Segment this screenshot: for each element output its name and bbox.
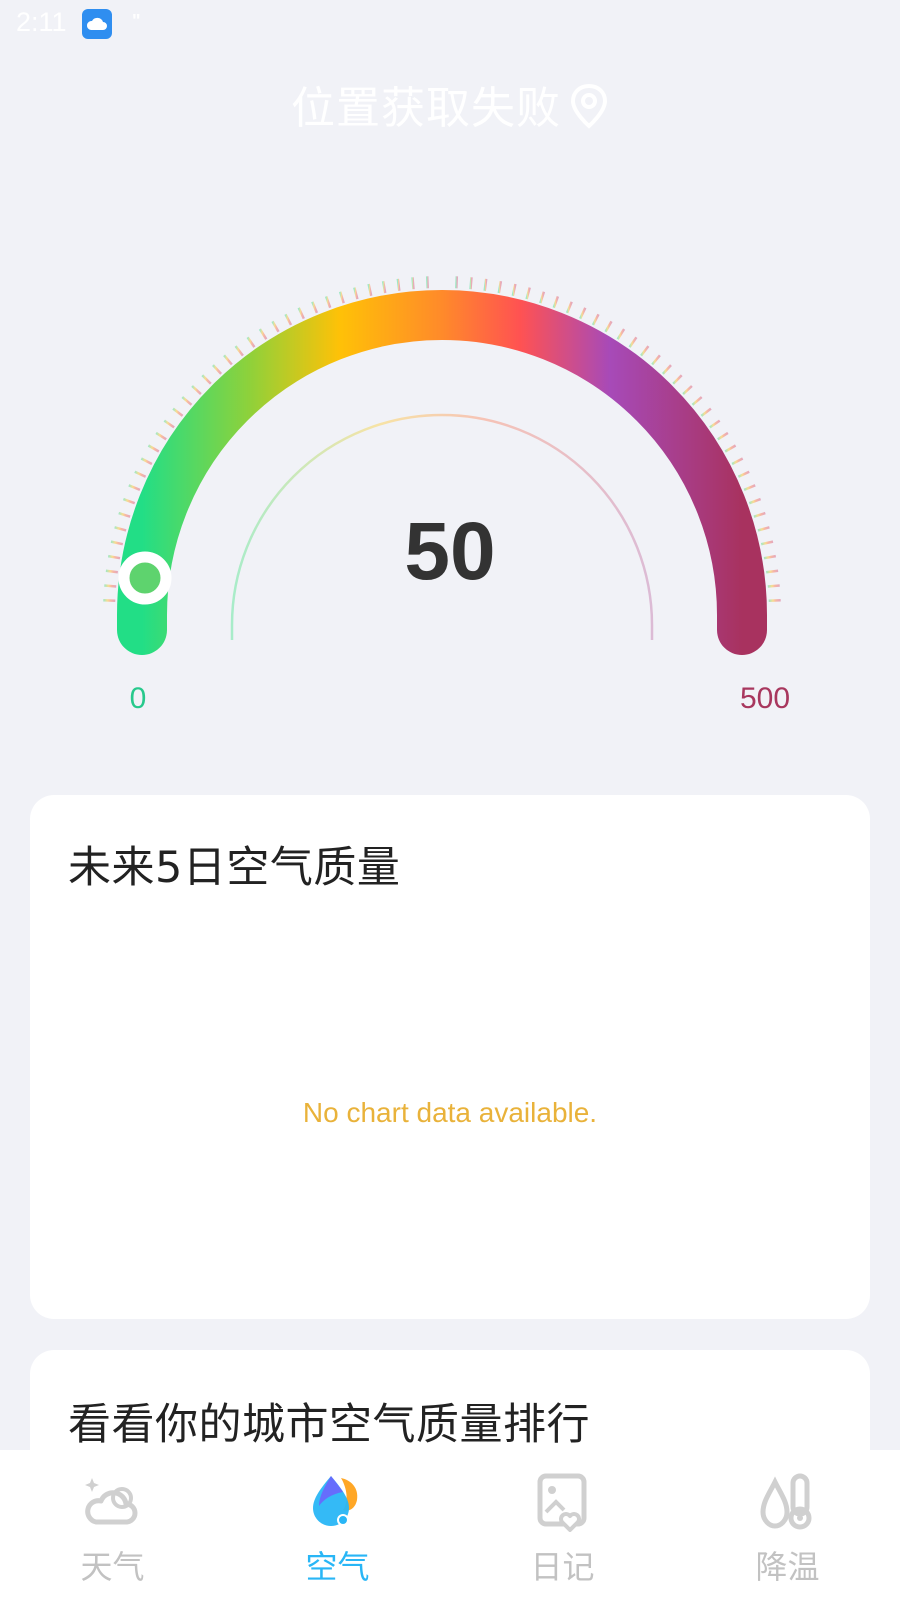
gauge-tick <box>212 364 223 375</box>
gauge-tick <box>469 277 473 290</box>
gauge-tick <box>757 526 770 532</box>
nav-tab-weather[interactable]: 天气 <box>0 1450 225 1600</box>
gauge-max-label: 500 <box>739 682 791 715</box>
gauge-min-label: 0 <box>129 682 147 715</box>
gauge-tick <box>737 470 750 478</box>
gauge-tick <box>396 278 401 291</box>
forecast-empty-message: No chart data available. <box>302 1097 598 1128</box>
gauge-tick <box>661 364 672 375</box>
gauge-tick <box>709 419 721 429</box>
gauge-tick <box>107 554 121 560</box>
thermometer-drop-icon <box>760 1473 812 1530</box>
gauge-tick <box>338 291 345 304</box>
gauge-tick <box>724 444 737 453</box>
gauge-tick <box>104 584 117 588</box>
gauge-tick <box>246 336 256 348</box>
location-header[interactable]: 位置获取失败 <box>0 72 900 136</box>
gauge-tick <box>103 598 116 602</box>
gauge-tick <box>483 278 488 291</box>
location-pin-icon <box>570 83 608 129</box>
gauge-tick <box>616 328 626 340</box>
gauge-tick <box>766 569 779 574</box>
gauge-tick <box>691 396 703 406</box>
nav-label: 日记 <box>530 1548 595 1586</box>
gauge-tick <box>604 320 613 333</box>
gauge-tick <box>181 396 193 406</box>
gauge-tick <box>682 385 693 396</box>
status-time: 2:11 <box>16 7 67 37</box>
gauge-tick <box>700 407 712 417</box>
gauge-tick <box>140 457 153 466</box>
nav-tab-air[interactable]: 空气 <box>225 1450 450 1600</box>
gauge-tick <box>497 280 503 294</box>
aqi-value: 50 <box>404 506 496 597</box>
gauge-tick <box>201 374 212 385</box>
gauge-tick <box>381 280 387 294</box>
nav-label: 空气 <box>305 1548 370 1586</box>
gauge-tick <box>297 307 305 320</box>
gauge-tick <box>628 336 638 348</box>
gauge-tick <box>324 295 332 309</box>
gauge-tick <box>367 283 373 297</box>
gauge-tick <box>511 283 517 297</box>
gauge-tick <box>191 385 202 396</box>
gauge-tick <box>128 484 141 492</box>
gauge-tick <box>767 584 780 588</box>
nav-tab-diary[interactable]: 日记 <box>450 1450 675 1600</box>
gauge-tick <box>717 431 729 441</box>
gauge-tick <box>271 320 280 333</box>
gauge-tick <box>353 287 359 300</box>
gauge-tick <box>122 497 136 505</box>
gauge-tick <box>155 431 167 441</box>
gauge-tick <box>731 457 744 466</box>
nav-tab-cooling[interactable]: 降温 <box>675 1450 900 1600</box>
gauge-tick <box>311 301 319 314</box>
gauge-tick <box>172 407 184 417</box>
forecast-card-title: 未来5日空气质量 <box>68 843 401 893</box>
gauge-tick <box>284 313 293 326</box>
gauge-tick <box>552 295 560 309</box>
gauge-tick <box>105 569 118 574</box>
gauge-tick <box>114 526 127 532</box>
gauge-tick <box>579 307 587 320</box>
gauge-tick <box>455 276 459 289</box>
gauge-tick <box>134 470 147 478</box>
gauge-tick <box>539 291 546 304</box>
gauge-tick <box>748 497 762 505</box>
aqi-gauge <box>103 276 781 655</box>
location-status-text: 位置获取失败 <box>291 83 561 134</box>
gauge-tick <box>565 301 573 314</box>
gauge-tick <box>110 540 124 546</box>
gauge-tick <box>425 276 429 289</box>
gauge-indicator <box>118 551 172 605</box>
gauge-tick <box>147 444 160 453</box>
gauge-tick <box>163 419 175 429</box>
weather-cloud-icon <box>85 1478 138 1525</box>
gauge-tick <box>753 511 766 518</box>
air-drop-icon <box>313 1476 358 1526</box>
gauge-tick <box>743 484 756 492</box>
gauge-tick <box>768 598 781 602</box>
gauge-tick <box>640 345 650 357</box>
cloud-app-icon <box>82 9 112 39</box>
nav-label: 降温 <box>755 1548 820 1586</box>
status-bar: 2:11 " <box>0 0 900 50</box>
gauge-tick <box>223 354 233 366</box>
ranking-card-title: 看看你的城市空气质量排行 <box>68 1400 590 1450</box>
gauge-tick <box>763 554 777 560</box>
gauge-tick <box>591 313 600 326</box>
diary-photo-icon <box>537 1473 587 1532</box>
gauge-tick <box>760 540 774 546</box>
bottom-nav: 天气 空气 日记 降温 <box>0 1450 900 1600</box>
gauge-tick <box>525 287 531 300</box>
gauge-tick <box>234 345 244 357</box>
nav-label: 天气 <box>80 1548 145 1586</box>
gauge-tick <box>411 277 415 290</box>
notification-indicator: " <box>132 11 141 31</box>
gauge-tick <box>651 354 661 366</box>
gauge-tick <box>258 328 268 340</box>
gauge-tick <box>672 374 683 385</box>
gauge-tick <box>118 511 131 518</box>
forecast-card: 未来5日空气质量 No chart data available. <box>30 795 870 1319</box>
